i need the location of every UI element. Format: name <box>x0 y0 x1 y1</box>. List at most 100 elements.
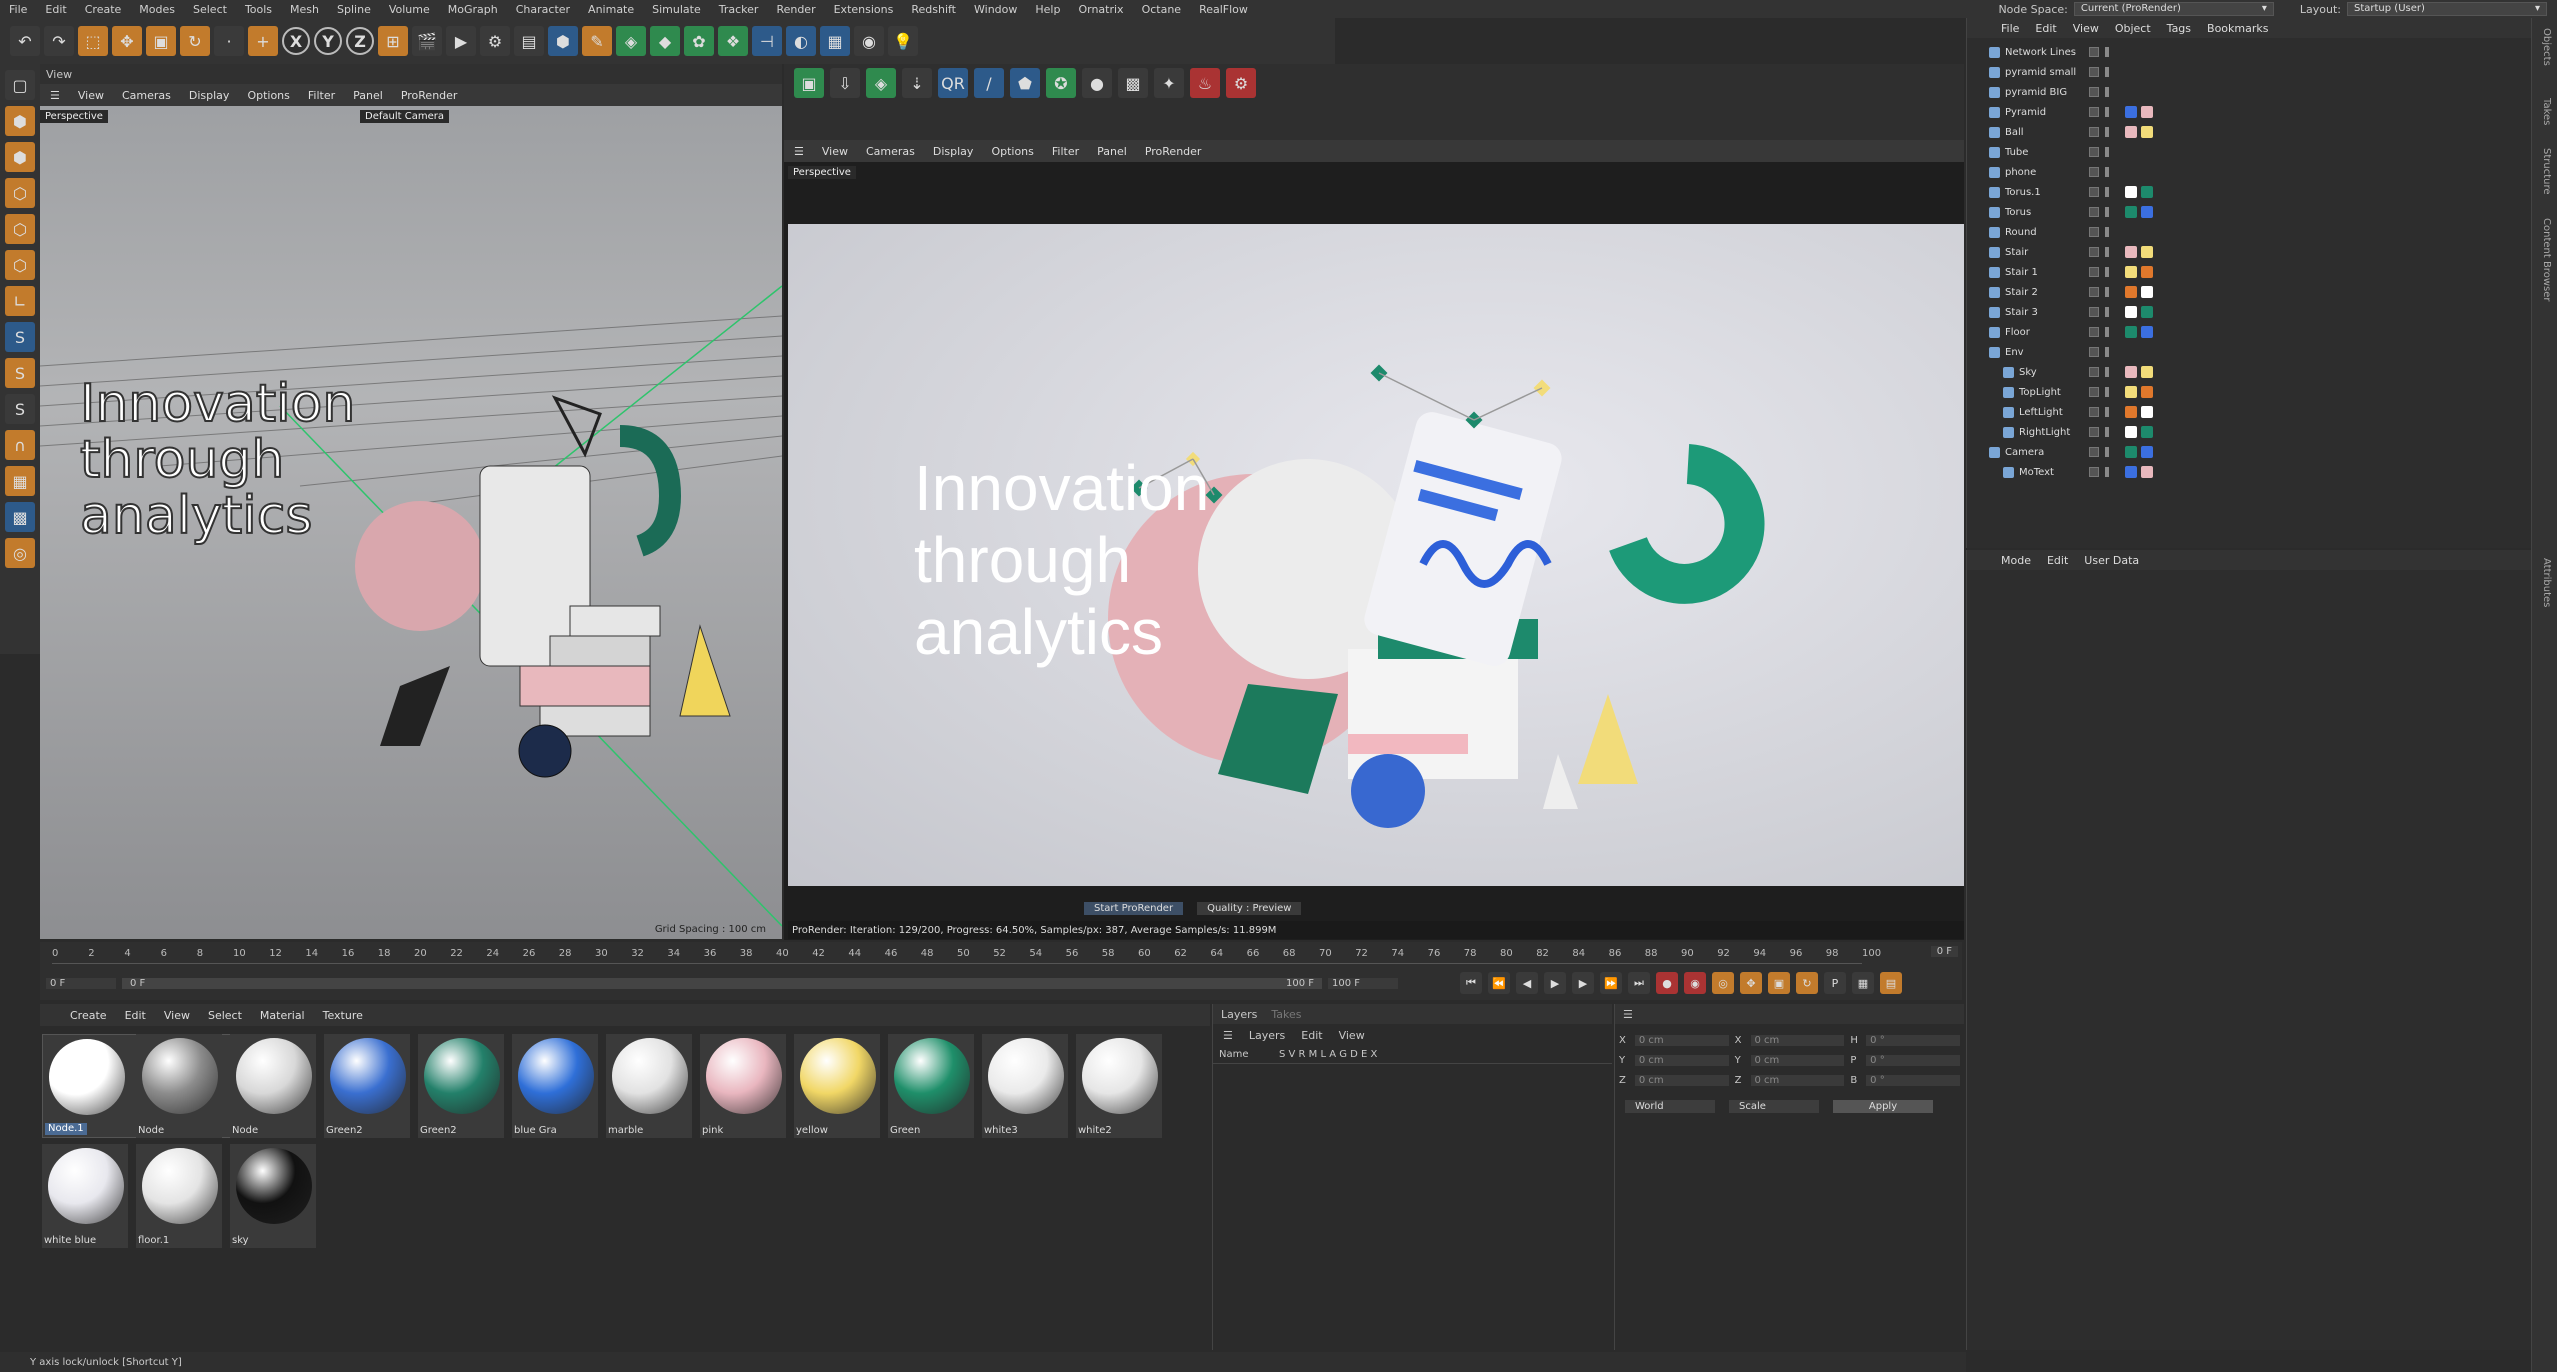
visibility-toggle[interactable] <box>2105 387 2109 397</box>
position-key-icon[interactable]: ✥ <box>1740 972 1762 994</box>
visibility-toggle[interactable] <box>2105 87 2109 97</box>
menu-animate[interactable]: Animate <box>579 3 643 16</box>
redo-icon[interactable]: ↷ <box>44 26 74 56</box>
layer-checkbox[interactable] <box>2089 247 2099 257</box>
vp-menu-options[interactable]: Options <box>247 89 289 102</box>
object-row[interactable]: Stair 1 <box>1967 262 2532 282</box>
layer-checkbox[interactable] <box>2089 67 2099 77</box>
side-tab-objects[interactable]: Objects <box>2541 28 2552 66</box>
visibility-toggle[interactable] <box>2105 287 2109 297</box>
menu-help[interactable]: Help <box>1026 3 1069 16</box>
z-axis-lock-icon[interactable]: Z <box>346 27 374 55</box>
render-settings-icon[interactable]: ⚙ <box>480 26 510 56</box>
layer-menu-view[interactable]: View <box>1339 1029 1365 1042</box>
layer-checkbox[interactable] <box>2089 127 2099 137</box>
gear-red-icon[interactable]: ⚙ <box>1226 68 1256 98</box>
material-swatch[interactable]: white blue <box>42 1144 128 1248</box>
workplane-icon[interactable]: S <box>5 394 35 424</box>
side-tab-attributes[interactable]: Attributes <box>2541 558 2552 607</box>
visibility-toggle[interactable] <box>2105 167 2109 177</box>
visibility-toggle[interactable] <box>2105 207 2109 217</box>
visibility-toggle[interactable] <box>2105 127 2109 137</box>
object-row[interactable]: Stair 2 <box>1967 282 2532 302</box>
material-swatch[interactable]: Node <box>136 1034 222 1138</box>
quality-button[interactable]: Quality : Preview <box>1197 902 1302 915</box>
menu-ornatrix[interactable]: Ornatrix <box>1069 3 1132 16</box>
visibility-toggle[interactable] <box>2105 227 2109 237</box>
render-view-icon[interactable]: ▶ <box>446 26 476 56</box>
brush-icon[interactable]: / <box>974 68 1004 98</box>
menu-select[interactable]: Select <box>184 3 236 16</box>
scale-icon[interactable]: ▣ <box>146 26 176 56</box>
range-slider[interactable]: 0 F 100 F <box>122 978 1322 989</box>
material-swatch[interactable]: floor.1 <box>136 1144 222 1248</box>
visibility-toggle[interactable] <box>2105 307 2109 317</box>
attr-menu-user-data[interactable]: User Data <box>2084 554 2139 567</box>
layer-checkbox[interactable] <box>2089 87 2099 97</box>
side-tab-structure[interactable]: Structure <box>2541 148 2552 195</box>
coord-field[interactable]: 0 ° <box>1866 1034 1960 1046</box>
scale-key-icon[interactable]: ▣ <box>1768 972 1790 994</box>
layer-checkbox[interactable] <box>2089 107 2099 117</box>
go-end-icon[interactable]: ⏭ <box>1628 972 1650 994</box>
material-tag-icon[interactable] <box>2125 306 2137 318</box>
coord-field[interactable]: 0 ° <box>1866 1074 1960 1086</box>
material-swatch[interactable]: Green <box>888 1034 974 1138</box>
polygons-mode-icon[interactable]: ⬡ <box>5 250 35 280</box>
param-key-icon[interactable]: P <box>1824 972 1846 994</box>
floor-icon[interactable]: ▦ <box>820 26 850 56</box>
vp-menu-display[interactable]: Display <box>189 89 230 102</box>
material-tag-icon[interactable] <box>2125 326 2137 338</box>
subdivision-icon[interactable]: ◈ <box>616 26 646 56</box>
autokey-icon[interactable]: ◉ <box>1684 972 1706 994</box>
coord-field[interactable]: 0 cm <box>1750 1054 1845 1066</box>
pentagon-icon[interactable]: ⬟ <box>1010 68 1040 98</box>
menu-create[interactable]: Create <box>76 3 131 16</box>
lock-icon[interactable]: ◎ <box>5 538 35 568</box>
visibility-toggle[interactable] <box>2105 427 2109 437</box>
menu-realflow[interactable]: RealFlow <box>1190 3 1257 16</box>
object-row[interactable]: Floor <box>1967 322 2532 342</box>
object-row[interactable]: Sky <box>1967 362 2532 382</box>
model-mode-icon[interactable]: ⬢ <box>5 106 35 136</box>
layer-checkbox[interactable] <box>2089 387 2099 397</box>
field-icon[interactable]: ◐ <box>786 26 816 56</box>
mat-menu-select[interactable]: Select <box>208 1009 242 1022</box>
layer-checkbox[interactable] <box>2089 467 2099 477</box>
visibility-toggle[interactable] <box>2105 407 2109 417</box>
tab-layers[interactable]: Layers <box>1221 1008 1257 1021</box>
camera-label[interactable]: Default Camera <box>360 110 449 123</box>
material-tag-icon[interactable] <box>2141 186 2153 198</box>
material-tag-icon[interactable] <box>2125 446 2137 458</box>
menu-redshift[interactable]: Redshift <box>902 3 965 16</box>
magnet-icon[interactable]: ∩ <box>5 430 35 460</box>
start-prorender-button[interactable]: Start ProRender <box>1084 902 1184 915</box>
vp-menu-prorender[interactable]: ProRender <box>401 89 458 102</box>
tab-takes[interactable]: Takes <box>1271 1008 1301 1021</box>
coordinate-system-icon[interactable]: ⊞ <box>378 26 408 56</box>
record-icon[interactable]: ● <box>1656 972 1678 994</box>
object-row[interactable]: Stair <box>1967 242 2532 262</box>
material-tag-icon[interactable] <box>2125 106 2137 118</box>
picture-viewer-icon[interactable]: ▤ <box>514 26 544 56</box>
visibility-toggle[interactable] <box>2105 187 2109 197</box>
pla-key-icon[interactable]: ▦ <box>1852 972 1874 994</box>
vp-menu-cameras[interactable]: Cameras <box>122 89 171 102</box>
material-tag-icon[interactable] <box>2141 326 2153 338</box>
material-swatch[interactable]: sky <box>230 1144 316 1248</box>
menu-mesh[interactable]: Mesh <box>281 3 328 16</box>
layer-menu-edit[interactable]: Edit <box>1301 1029 1322 1042</box>
material-tag-icon[interactable] <box>2125 286 2137 298</box>
vp2-menu-options[interactable]: Options <box>991 145 1033 158</box>
obj-menu-edit[interactable]: Edit <box>2035 22 2056 35</box>
obj-menu-view[interactable]: View <box>2073 22 2099 35</box>
timeline-icon[interactable]: ▤ <box>1880 972 1902 994</box>
next-key-icon[interactable]: ⏩ <box>1600 972 1622 994</box>
start-frame-field[interactable]: 0 F <box>46 978 116 989</box>
keyframe-selection-icon[interactable]: ◎ <box>1712 972 1734 994</box>
layer-checkbox[interactable] <box>2089 327 2099 337</box>
material-tag-icon[interactable] <box>2125 366 2137 378</box>
mat-menu-create[interactable]: Create <box>70 1009 107 1022</box>
pattern-icon[interactable]: ✦ <box>1154 68 1184 98</box>
visibility-toggle[interactable] <box>2105 447 2109 457</box>
